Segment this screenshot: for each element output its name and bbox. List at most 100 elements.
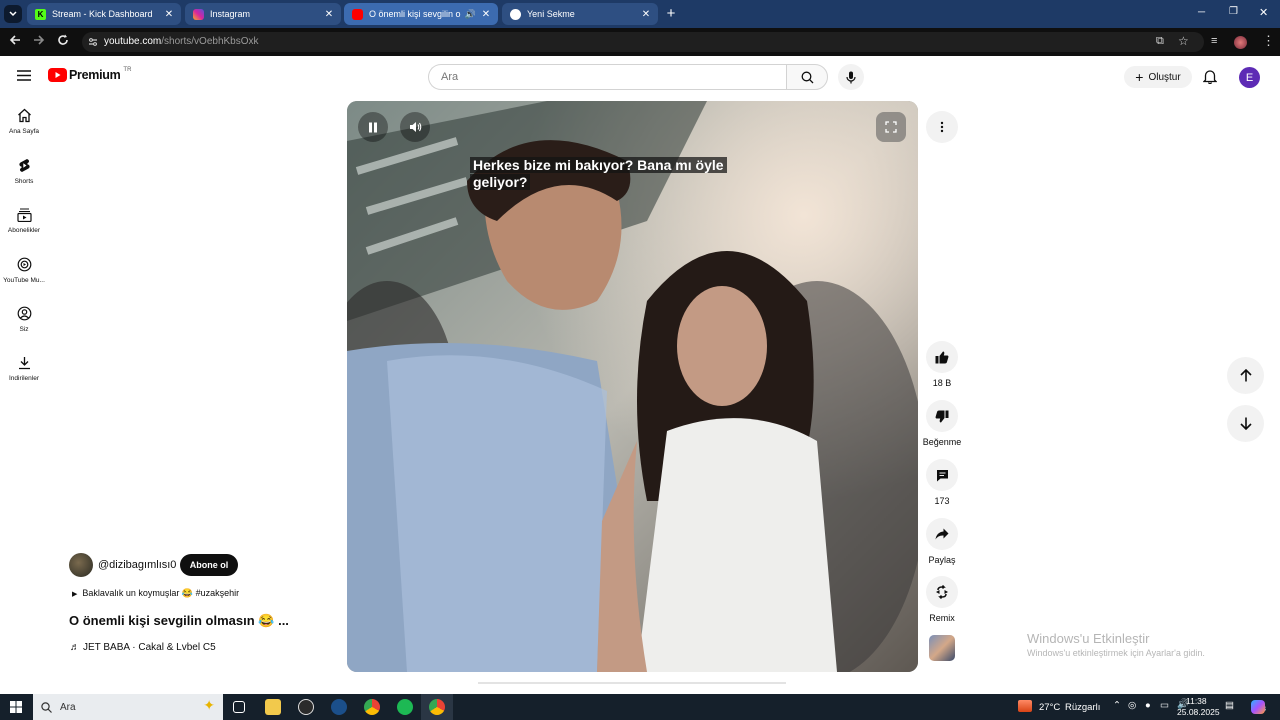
- music-attribution[interactable]: ♬ JET BABA · Cakal & Lvbel C5: [70, 642, 216, 653]
- bookmark-star-icon[interactable]: ☆: [1178, 34, 1189, 48]
- address-bar[interactable]: youtube.com/shorts/vOebhKbsOxk ⧉ ☆: [82, 32, 1204, 52]
- comment-icon: [936, 469, 948, 481]
- tab-instagram[interactable]: Instagram ✕: [185, 3, 341, 25]
- microphone-icon[interactable]: ●: [1145, 700, 1151, 711]
- clock-time[interactable]: 11:38: [1186, 696, 1207, 706]
- taskbar-search[interactable]: Ara ✦: [33, 694, 223, 720]
- sidebar-item-youtube-music[interactable]: YouTube Mu...: [0, 257, 48, 284]
- windows-activation-title: Windows'u Etkinleştir: [1027, 631, 1150, 646]
- kick-icon: K: [35, 8, 46, 20]
- sound-thumbnail[interactable]: [929, 635, 955, 661]
- tab-new-tab[interactable]: Yeni Sekme ✕: [502, 3, 658, 25]
- video-description[interactable]: ▶ Baklavalık un koymuşlar 😂 #uzakşehir: [72, 588, 239, 599]
- dislike-button[interactable]: Beğenme: [922, 400, 962, 447]
- volume-icon: [409, 122, 421, 132]
- spotify-icon[interactable]: [397, 699, 413, 715]
- more-options-button[interactable]: [926, 111, 958, 143]
- music-note-icon: ♬: [70, 642, 80, 653]
- pause-button[interactable]: [358, 112, 388, 142]
- user-icon: [17, 306, 31, 321]
- minimize-window-button[interactable]: ─: [1198, 7, 1205, 18]
- search-icon: [41, 701, 52, 713]
- search-highlight-icon: ✦: [203, 697, 215, 713]
- start-button[interactable]: [10, 701, 22, 713]
- new-tab-button[interactable]: +: [662, 5, 680, 23]
- tab-youtube-short[interactable]: O önemli kişi sevgilin olma 🔊 ✕: [344, 3, 498, 25]
- profile-icon[interactable]: [1234, 36, 1247, 49]
- chrome-active-task[interactable]: [421, 694, 453, 720]
- windows-logo-icon: [10, 701, 22, 713]
- arrow-down-icon: [1239, 417, 1252, 430]
- close-tab-icon[interactable]: ✕: [163, 9, 175, 20]
- video-title[interactable]: O önemli kişi sevgilin olmasın 😂 ...: [69, 613, 289, 629]
- like-button[interactable]: 18 B: [922, 341, 962, 388]
- close-tab-icon[interactable]: ✕: [640, 9, 652, 20]
- search-button[interactable]: [786, 64, 828, 90]
- cast-icon[interactable]: ⧉: [1156, 35, 1164, 48]
- show-hidden-icons[interactable]: ⌃: [1113, 700, 1121, 711]
- instagram-icon: [193, 8, 204, 20]
- forward-button[interactable]: [33, 34, 45, 46]
- microphone-icon: [846, 71, 856, 83]
- file-explorer-icon[interactable]: [265, 699, 281, 715]
- obs-icon[interactable]: [298, 699, 314, 715]
- create-button[interactable]: + Oluştur: [1124, 66, 1192, 88]
- weather-description[interactable]: Rüzgarlı: [1065, 702, 1100, 713]
- chevron-down-icon: [9, 11, 17, 17]
- media-controls-icon[interactable]: ≡: [1211, 35, 1217, 47]
- youtube-premium-logo[interactable]: Premium TR: [48, 67, 131, 82]
- next-short-button[interactable]: [1227, 405, 1264, 442]
- close-tab-icon[interactable]: ✕: [480, 9, 492, 20]
- browser-menu-icon[interactable]: ⋮: [1262, 33, 1275, 49]
- sidebar-item-home[interactable]: Ana Sayfa: [0, 108, 48, 135]
- channel-name[interactable]: @dizibagımlısı0: [98, 559, 176, 571]
- share-button[interactable]: Paylaş: [922, 518, 962, 565]
- tab-kick-dashboard[interactable]: K Stream - Kick Dashboard ✕: [27, 3, 181, 25]
- back-button[interactable]: [9, 34, 21, 46]
- close-tab-icon[interactable]: ✕: [323, 9, 335, 20]
- speaker-icon[interactable]: 🔊: [465, 9, 476, 20]
- sidebar-item-downloads[interactable]: İndirilenler: [0, 356, 48, 382]
- weather-icon[interactable]: [1018, 700, 1032, 712]
- fullscreen-button[interactable]: [876, 112, 906, 142]
- windows-activation-subtitle: Windows'u etkinleştirmek için Ayarlar'a …: [1027, 648, 1205, 658]
- url-text: youtube.com/shorts/vOebhKbsOxk: [104, 36, 259, 47]
- video-progress-bar[interactable]: [478, 682, 786, 684]
- voice-search-button[interactable]: [838, 64, 864, 90]
- close-window-button[interactable]: ✕: [1259, 6, 1268, 19]
- notifications-button[interactable]: [1203, 69, 1217, 84]
- search-input[interactable]: Ara: [428, 64, 786, 90]
- site-info-icon[interactable]: [88, 37, 98, 47]
- network-icon[interactable]: ◎: [1128, 700, 1136, 711]
- restore-window-button[interactable]: ❐: [1229, 6, 1238, 17]
- notification-icon[interactable]: ▤: [1225, 700, 1234, 711]
- pause-icon: [369, 122, 377, 132]
- hamburger-menu-icon[interactable]: [17, 70, 31, 81]
- task-view-icon[interactable]: [233, 701, 245, 713]
- sidebar-item-shorts[interactable]: Shorts: [0, 158, 48, 185]
- comments-button[interactable]: 173: [922, 459, 962, 506]
- remix-button[interactable]: Remix: [922, 576, 962, 623]
- account-avatar[interactable]: E: [1239, 67, 1260, 88]
- chrome-icon: [510, 8, 521, 20]
- weather-temperature[interactable]: 27°C: [1039, 702, 1060, 713]
- youtube-logo-icon: [48, 68, 67, 82]
- subscribe-button[interactable]: Abone ol: [180, 554, 238, 576]
- channel-avatar[interactable]: [69, 553, 93, 577]
- tab-search-dropdown[interactable]: [4, 5, 22, 23]
- display-icon[interactable]: ▭: [1160, 700, 1169, 711]
- video-caption: Herkes bize mi bakıyor? Bana mı öyle gel…: [470, 157, 727, 191]
- arrow-left-icon: [9, 35, 20, 45]
- steam-icon[interactable]: [331, 699, 347, 715]
- sidebar-item-subscriptions[interactable]: Abonelikler: [0, 208, 48, 234]
- reload-button[interactable]: [57, 34, 69, 46]
- shorts-video-player[interactable]: Herkes bize mi bakıyor? Bana mı öyle gel…: [347, 101, 918, 672]
- previous-short-button[interactable]: [1227, 357, 1264, 394]
- remix-icon: [936, 585, 948, 599]
- copilot-icon[interactable]: [1251, 700, 1265, 714]
- clock-date[interactable]: 25.08.2025: [1177, 707, 1220, 717]
- thumbs-up-icon: [935, 351, 949, 363]
- chrome-icon[interactable]: [364, 699, 380, 715]
- sidebar-item-you[interactable]: Siz: [0, 306, 48, 333]
- volume-button[interactable]: [400, 112, 430, 142]
